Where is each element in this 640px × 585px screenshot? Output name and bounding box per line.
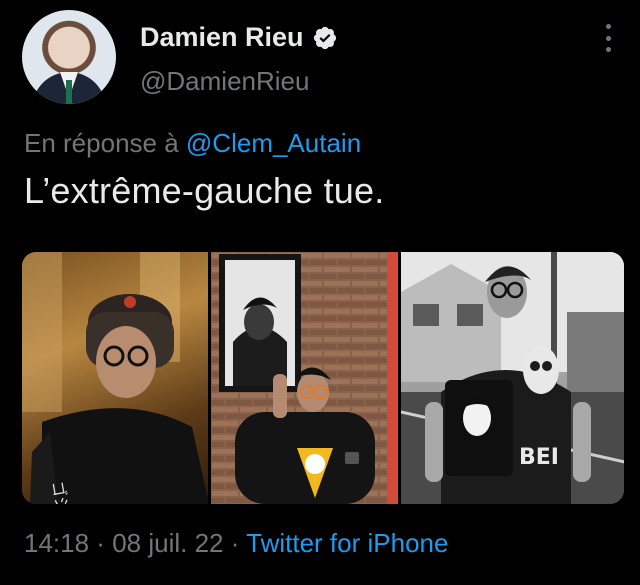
reply-prefix: En réponse à: [24, 128, 179, 158]
photo-3-illustration: BEI: [401, 252, 624, 504]
photo-3[interactable]: BEI: [401, 252, 624, 504]
tweet-date[interactable]: 08 juil. 22: [112, 528, 223, 558]
more-dot: [605, 47, 611, 52]
reply-context: En réponse à @Clem_Autain: [24, 128, 361, 159]
author-display-name-text: Damien Rieu: [140, 22, 304, 52]
tweet-time[interactable]: 14:18: [24, 528, 89, 558]
media-grid: ゴジラ: [22, 252, 624, 504]
author-display-name[interactable]: Damien Rieu: [140, 22, 338, 53]
svg-text:BEI: BEI: [519, 445, 559, 470]
author-handle[interactable]: @DamienRieu: [140, 66, 309, 97]
avatar-tie: [66, 80, 72, 104]
meta-separator: ·: [89, 528, 113, 558]
tweet-metadata: 14:18 · 08 juil. 22 · Twitter for iPhone: [24, 528, 448, 559]
photo-1-illustration: ゴジラ: [22, 252, 209, 504]
photo-2[interactable]: [211, 252, 399, 504]
author-avatar[interactable]: [22, 10, 116, 104]
tweet-text: L’extrême-gauche tue.: [24, 170, 385, 211]
meta-separator: ·: [223, 528, 247, 558]
more-dot: [605, 24, 611, 29]
verified-badge-icon: [313, 26, 336, 49]
photo-2-illustration: [211, 252, 399, 504]
tweet-source-link[interactable]: Twitter for iPhone: [246, 528, 448, 558]
more-dot: [605, 35, 611, 41]
reply-mention-link[interactable]: @Clem_Autain: [186, 128, 361, 158]
photo-1[interactable]: ゴジラ: [22, 252, 209, 504]
more-options-icon[interactable]: [602, 24, 614, 52]
